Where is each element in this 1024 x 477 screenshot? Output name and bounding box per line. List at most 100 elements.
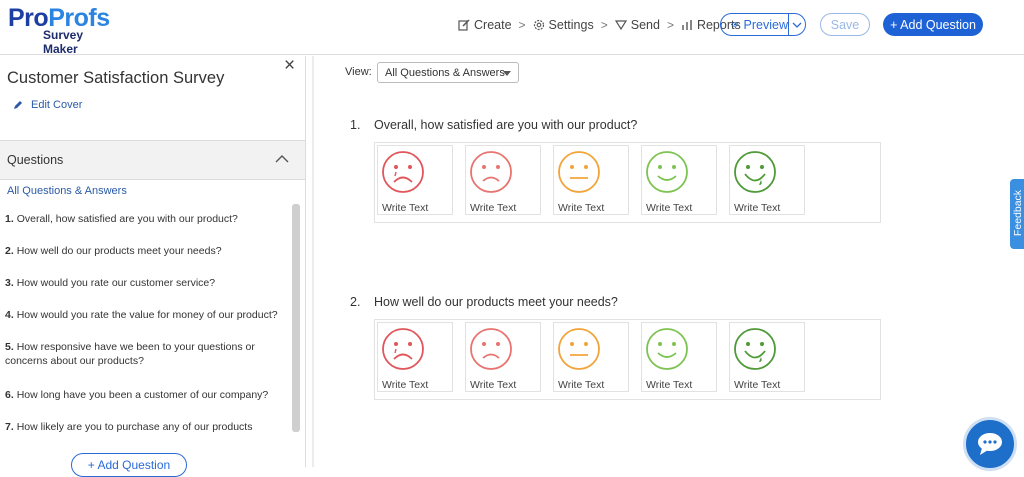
question-number: 1. — [5, 213, 14, 225]
question-number: 4. — [5, 309, 14, 321]
rating-option[interactable]: Write Text — [729, 145, 805, 215]
smiley-options: Write Text Write Text Write Text Write T… — [374, 142, 881, 223]
sidebar-scrollbar[interactable] — [292, 204, 300, 432]
option-label: Write Text — [646, 379, 693, 391]
question-number: 2. — [350, 295, 361, 309]
panel-divider[interactable] — [312, 56, 314, 467]
nav-send-label: Send — [630, 18, 660, 32]
option-label: Write Text — [646, 202, 693, 214]
save-button[interactable]: Save — [820, 13, 870, 36]
preview-label: Preview — [743, 17, 788, 32]
very-happy-face-icon — [734, 151, 776, 193]
happy-face-icon — [646, 328, 688, 370]
option-label: Write Text — [558, 379, 605, 391]
nav-send[interactable]: Send — [614, 18, 660, 32]
sad-face-icon — [470, 328, 512, 370]
edit-cover-label: Edit Cover — [31, 99, 83, 111]
option-label: Write Text — [734, 379, 781, 391]
question-number: 1. — [350, 118, 361, 132]
sidebar-add-question-button[interactable]: + Add Question — [71, 453, 187, 477]
sidebar-question-item[interactable]: 5. How responsive have we been to your q… — [5, 340, 255, 368]
sidebar-question-item[interactable]: 6. How long have you been a customer of … — [5, 388, 280, 402]
survey-title: Customer Satisfaction Survey — [7, 69, 225, 87]
option-label: Write Text — [734, 202, 781, 214]
very-sad-face-icon — [382, 328, 424, 370]
eye-icon — [731, 22, 739, 27]
pencil-icon — [14, 101, 22, 109]
neutral-face-icon — [558, 328, 600, 370]
rating-option[interactable]: Write Text — [641, 145, 717, 215]
sad-face-icon — [470, 151, 512, 193]
option-label: Write Text — [382, 202, 429, 214]
preview-button[interactable]: Preview — [720, 13, 806, 36]
view-select[interactable]: All Questions & Answers — [377, 62, 519, 83]
question-text: How would you rate the value for money o… — [16, 309, 278, 321]
nav-separator: > — [666, 18, 674, 32]
questions-sidebar: Customer Satisfaction Survey × Edit Cove… — [0, 56, 306, 477]
gear-icon — [533, 19, 544, 31]
question-text: How likely are you to purchase any of ou… — [16, 421, 253, 433]
rating-option[interactable]: Write Text — [465, 322, 541, 392]
preview-dropdown-toggle[interactable] — [788, 14, 805, 35]
question-text[interactable]: How well do our products meet your needs… — [374, 295, 618, 309]
question-text: Overall, how satisfied are you with our … — [16, 213, 238, 225]
option-label: Write Text — [470, 379, 517, 391]
sidebar-scrollbar-thumb[interactable] — [292, 204, 300, 432]
chevron-down-icon — [792, 22, 802, 28]
rating-option[interactable]: Write Text — [553, 322, 629, 392]
option-label: Write Text — [382, 379, 429, 391]
sidebar-question-item[interactable]: 1. Overall, how satisfied are you with o… — [5, 212, 280, 226]
question-number: 6. — [5, 389, 14, 401]
questions-header-label: Questions — [7, 153, 64, 167]
chat-icon — [978, 433, 1002, 455]
edit-cover-link[interactable]: Edit Cover — [13, 99, 82, 111]
sidebar-question-item[interactable]: 2. How well do our products meet your ne… — [5, 244, 280, 258]
rating-option[interactable]: Write Text — [641, 322, 717, 392]
view-label: View: — [345, 66, 372, 78]
proprofs-logo[interactable]: ProProfs Survey Maker — [8, 6, 118, 57]
edit-icon — [458, 19, 470, 31]
option-label: Write Text — [558, 202, 605, 214]
nav-separator: > — [600, 18, 608, 32]
wizard-nav: Create > Settings > Send > Reports — [458, 17, 741, 33]
happy-face-icon — [646, 151, 688, 193]
nav-settings[interactable]: Settings — [533, 18, 594, 32]
question-text: How long have you been a customer of our… — [16, 389, 269, 401]
question-number: 3. — [5, 277, 14, 289]
very-sad-face-icon — [382, 151, 424, 193]
question-text[interactable]: Overall, how satisfied are you with our … — [374, 118, 637, 132]
caret-down-icon — [503, 71, 511, 76]
view-select-value: All Questions & Answers — [385, 66, 505, 79]
rating-option[interactable]: Write Text — [553, 145, 629, 215]
rating-option[interactable]: Write Text — [465, 145, 541, 215]
feedback-tab[interactable]: Feedback — [1010, 179, 1024, 249]
neutral-face-icon — [558, 151, 600, 193]
question-text: How well do our products meet your needs… — [16, 245, 222, 257]
sidebar-question-item[interactable]: 3. How would you rate our customer servi… — [5, 276, 280, 290]
rating-option[interactable]: Write Text — [377, 322, 453, 392]
rating-option[interactable]: Write Text — [729, 322, 805, 392]
nav-separator: > — [518, 18, 526, 32]
sidebar-question-item[interactable]: 4. How would you rate the value for mone… — [5, 308, 280, 322]
add-question-button[interactable]: + Add Question — [883, 13, 983, 36]
option-label: Write Text — [470, 202, 517, 214]
nav-create-label: Create — [474, 18, 512, 32]
logo-subtitle: Survey Maker — [43, 28, 84, 56]
feedback-label: Feedback — [1012, 189, 1024, 237]
question-number: 7. — [5, 421, 14, 433]
smiley-options: Write Text Write Text Write Text Write T… — [374, 319, 881, 400]
question-number: 2. — [5, 245, 14, 257]
nav-settings-label: Settings — [548, 18, 594, 32]
chevron-up-icon[interactable] — [275, 155, 289, 163]
question-number: 5. — [5, 341, 14, 353]
nav-create[interactable]: Create — [458, 18, 512, 32]
question-text: How would you rate our customer service? — [16, 277, 216, 289]
rating-option[interactable]: Write Text — [377, 145, 453, 215]
close-icon[interactable]: × — [284, 56, 295, 75]
all-questions-answers-link[interactable]: All Questions & Answers — [7, 185, 127, 197]
questions-section-header[interactable]: Questions — [0, 140, 305, 180]
sidebar-question-item[interactable]: 7. How likely are you to purchase any of… — [5, 420, 280, 434]
very-happy-face-icon — [734, 328, 776, 370]
chat-widget-button[interactable] — [963, 417, 1017, 471]
bar-chart-icon — [681, 20, 692, 30]
